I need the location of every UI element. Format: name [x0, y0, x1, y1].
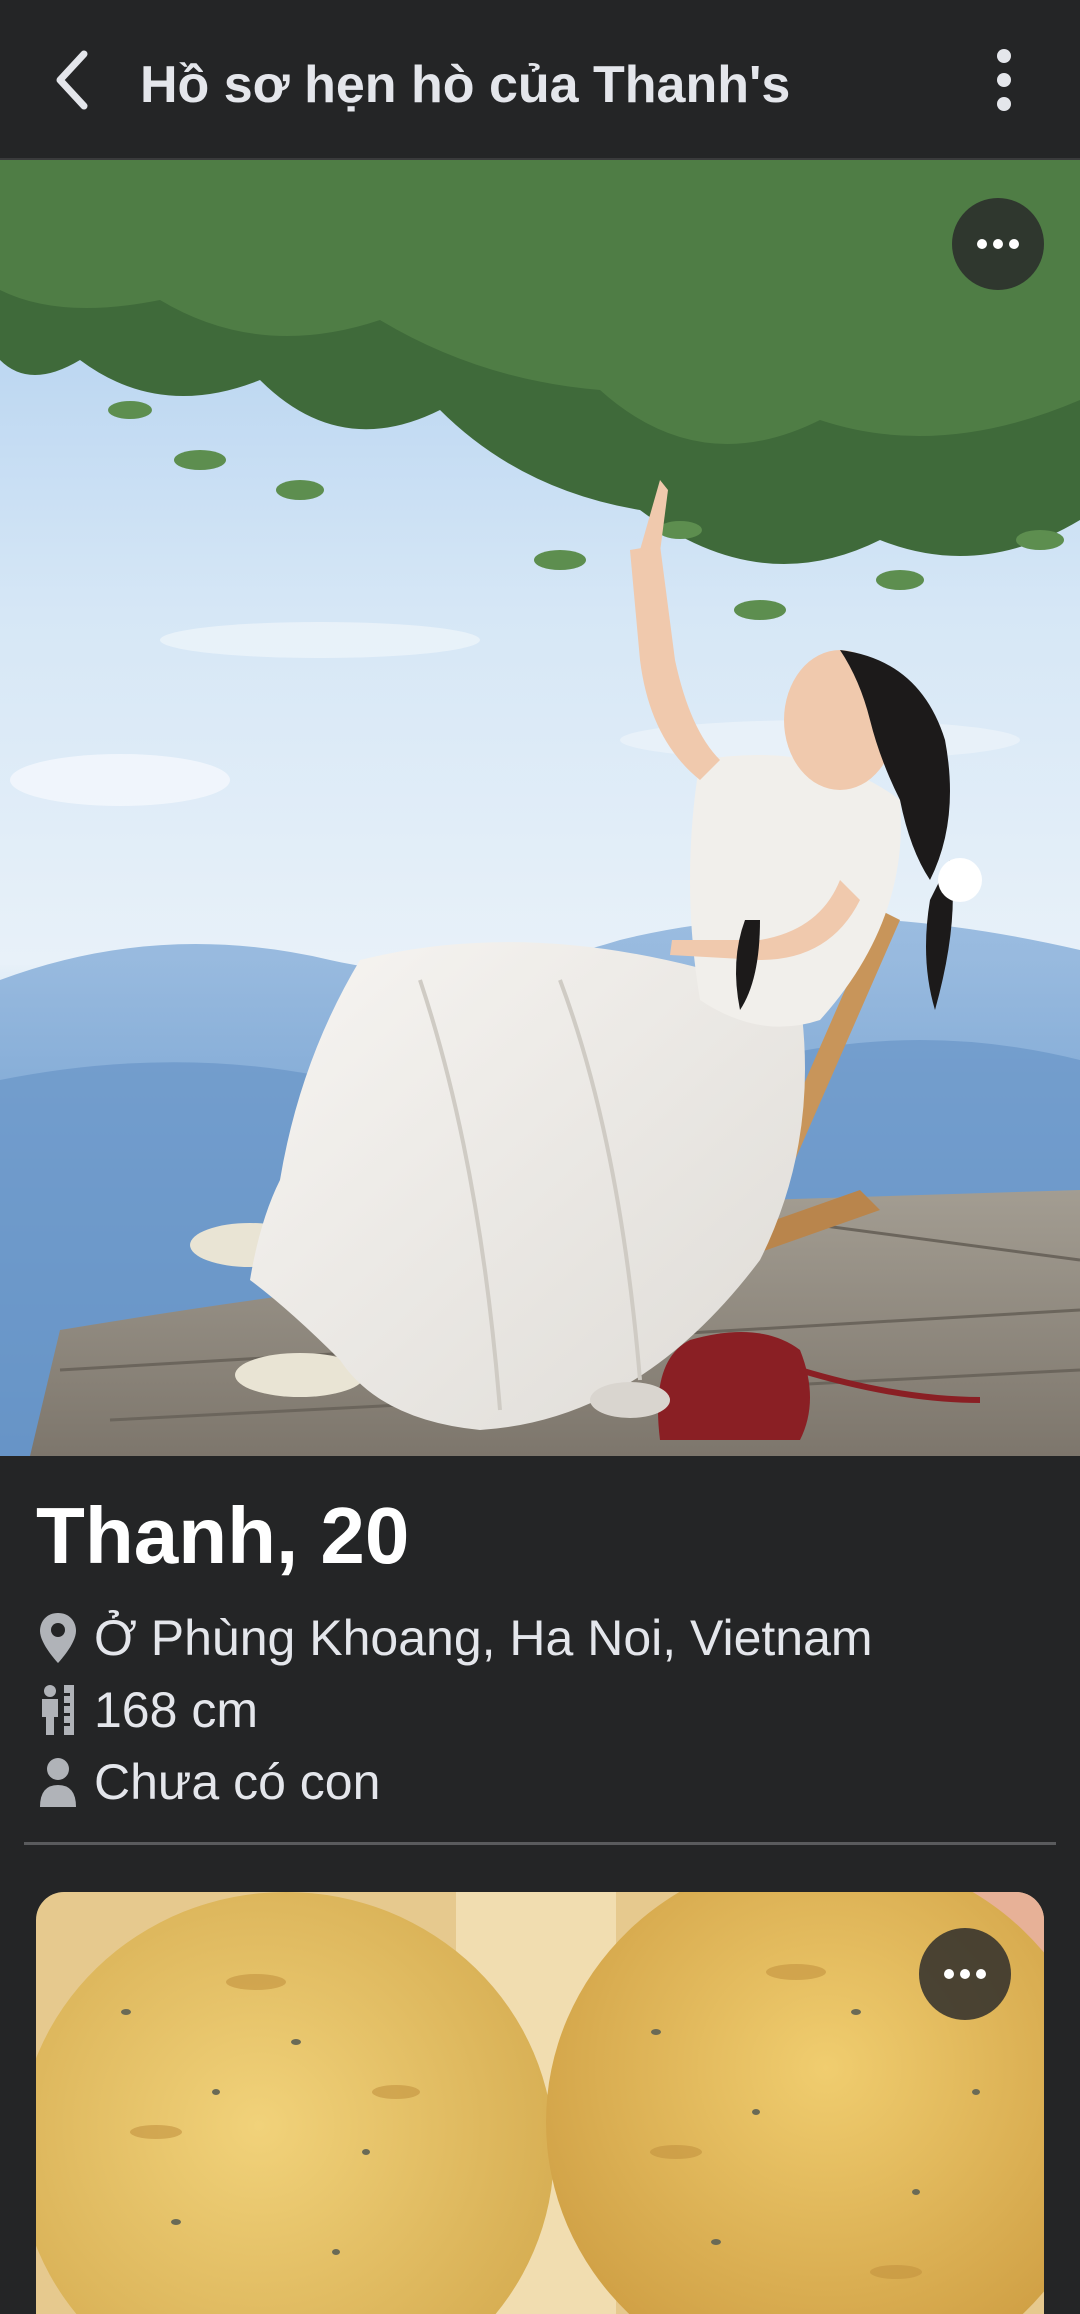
photo-options-button[interactable] — [919, 1928, 1011, 2020]
person-icon — [36, 1754, 80, 1810]
profile-photo-secondary[interactable] — [36, 1892, 1044, 2314]
overflow-menu-button[interactable] — [968, 44, 1040, 116]
location-pin-icon — [36, 1610, 80, 1666]
children-row: Chưa có con — [36, 1752, 380, 1812]
profile-photo-image — [0, 160, 1080, 1456]
location-row: Ở Phùng Khoang, Ha Noi, Vietnam — [36, 1608, 873, 1668]
dating-profile-screen: Hồ sơ hẹn hò của Thanh's Thanh, 20 Ở Phù… — [0, 0, 1080, 2314]
height-text: 168 cm — [94, 1682, 258, 1738]
photo-options-button[interactable] — [952, 198, 1044, 290]
height-row: 168 cm — [36, 1680, 258, 1740]
profile-photo-main[interactable] — [0, 160, 1080, 1456]
back-button[interactable] — [36, 44, 108, 116]
more-horizontal-icon — [977, 239, 1019, 249]
more-horizontal-icon — [944, 1969, 986, 1979]
page-title: Hồ sơ hẹn hò của Thanh's — [140, 56, 791, 114]
chevron-left-icon — [56, 50, 88, 110]
profile-photo-image — [36, 1892, 1044, 2314]
location-text: Ở Phùng Khoang, Ha Noi, Vietnam — [94, 1610, 873, 1666]
top-app-bar: Hồ sơ hẹn hò của Thanh's — [0, 0, 1080, 160]
profile-name-age: Thanh, 20 — [36, 1491, 410, 1580]
section-divider — [24, 1842, 1056, 1845]
height-ruler-icon — [36, 1682, 80, 1738]
vertical-ellipsis-icon — [997, 49, 1011, 111]
children-text: Chưa có con — [94, 1754, 381, 1810]
